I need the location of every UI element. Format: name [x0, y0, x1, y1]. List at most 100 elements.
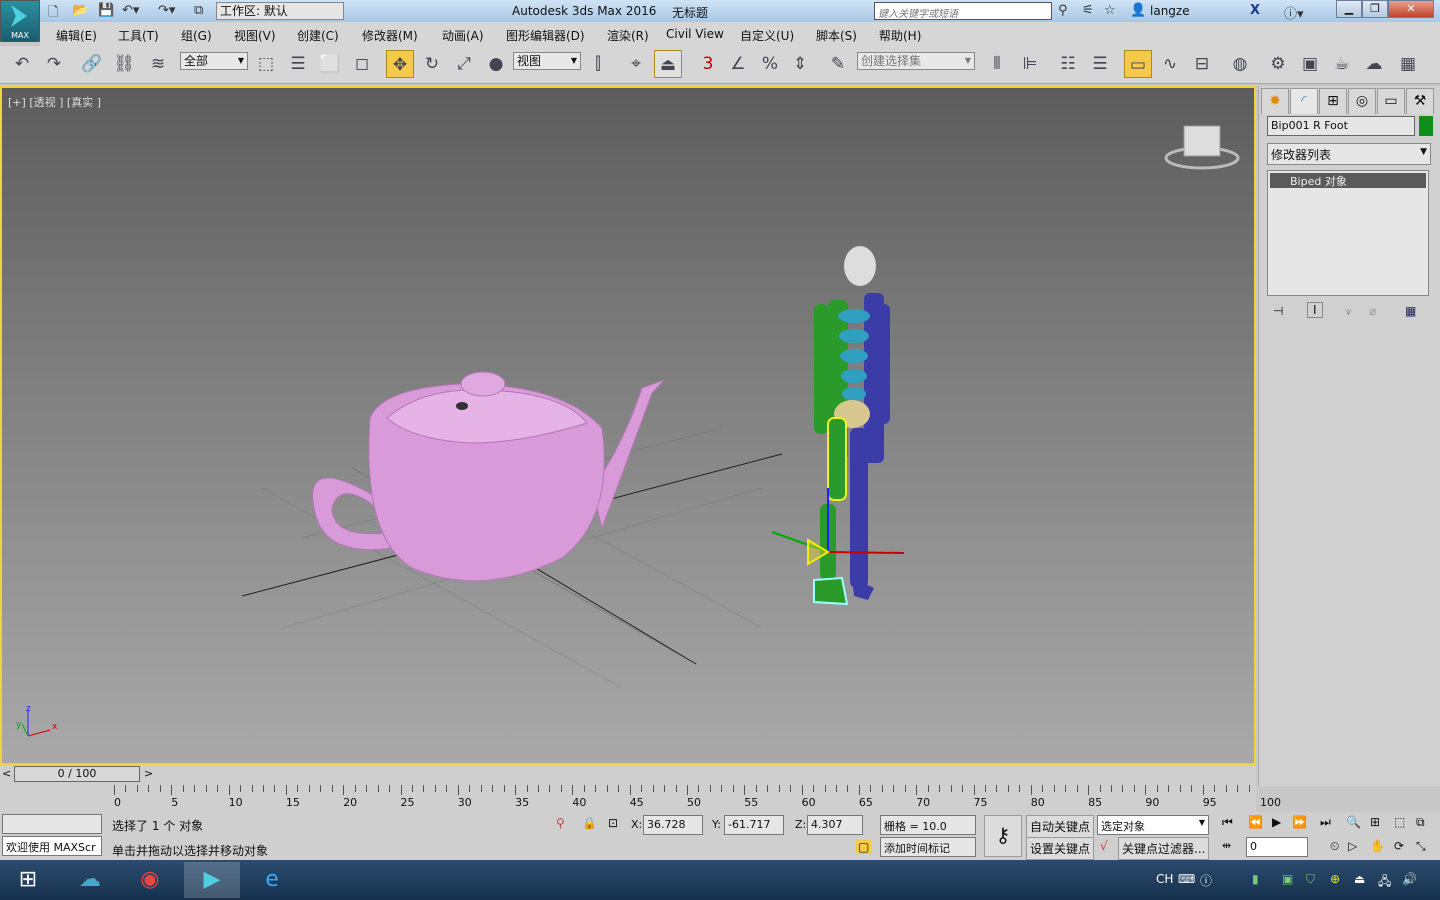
menu-tools[interactable]: 工具(T) — [118, 27, 159, 44]
maxscript-mini-listener[interactable]: 欢迎使用 MAXScr — [2, 836, 102, 856]
zoom-icon[interactable]: 🔍 — [1346, 815, 1361, 829]
modifier-list-dropdown[interactable]: 修改器列表 ▼ — [1267, 143, 1431, 165]
application-button[interactable]: MAX — [0, 0, 40, 42]
restore-button[interactable]: ❐ — [1362, 0, 1388, 18]
show-end-result-icon[interactable]: I — [1307, 302, 1323, 318]
window-crossing-icon[interactable]: ◻ — [348, 50, 376, 78]
menu-graph-editors[interactable]: 图形编辑器(D) — [506, 27, 585, 44]
link-icon[interactable]: 🔗 — [78, 50, 106, 78]
schematic-view-icon[interactable]: ⊟ — [1188, 50, 1216, 78]
minimize-button[interactable]: ▁ — [1336, 0, 1362, 18]
absolute-mode-icon[interactable]: ⊡ — [608, 816, 618, 830]
time-slider-thumb[interactable]: 0 / 100 — [14, 766, 140, 782]
help-icon[interactable]: ⓘ▾ — [1284, 3, 1304, 22]
select-and-place-icon[interactable]: ● — [482, 50, 510, 78]
y-coordinate-field[interactable]: -61.717 — [724, 815, 784, 835]
x-coordinate-field[interactable]: 36.728 — [643, 815, 703, 835]
reference-coordinate-dropdown[interactable]: 视图 — [513, 52, 581, 70]
undo-icon[interactable]: ↶▾ — [122, 3, 139, 18]
menu-edit[interactable]: 编辑(E) — [56, 27, 97, 44]
render-in-cloud-icon[interactable]: ☁ — [1360, 50, 1388, 78]
go-to-end-icon[interactable]: ⏭ — [1320, 815, 1331, 830]
configure-modifier-sets-icon[interactable]: ▦ — [1405, 304, 1416, 318]
start-button-icon[interactable]: ⊞ — [0, 862, 56, 898]
time-configuration-icon[interactable]: ⏲ — [1330, 839, 1339, 854]
manipulate-icon[interactable]: ⌖ — [622, 50, 650, 78]
undo-icon[interactable]: ↶ — [8, 50, 36, 78]
align-icon[interactable]: ⊫ — [1016, 50, 1044, 78]
menu-modifiers[interactable]: 修改器(M) — [362, 27, 418, 44]
a360-gallery-icon[interactable]: ▦ — [1394, 50, 1422, 78]
volume-icon[interactable]: 🔊 — [1402, 872, 1417, 886]
keyboard-icon[interactable]: ⌨ — [1178, 872, 1195, 886]
safely-remove-icon[interactable]: ⏏ — [1354, 872, 1365, 886]
snaps-toggle-icon[interactable]: 3 — [694, 50, 722, 78]
select-object-icon[interactable]: ⬚ — [252, 50, 280, 78]
modifier-stack[interactable]: Biped 对象 — [1267, 170, 1429, 296]
field-of-view-icon[interactable]: ▷ — [1348, 839, 1357, 853]
motion-tab-icon[interactable]: ◎ — [1348, 88, 1376, 114]
render-setup-icon[interactable]: ⚙ — [1264, 50, 1292, 78]
menu-views[interactable]: 视图(V) — [234, 27, 276, 44]
close-button[interactable]: ✕ — [1388, 0, 1434, 18]
chrome-icon[interactable]: ◉ — [122, 862, 178, 898]
stack-item-biped[interactable]: Biped 对象 — [1270, 173, 1426, 188]
menu-civil-view[interactable]: Civil View — [666, 27, 724, 41]
set-key-icon[interactable]: ⚷ — [984, 815, 1022, 857]
next-frame-icon[interactable]: ⏩ — [1292, 815, 1307, 829]
scene-explorer-icon[interactable]: ☷ — [1054, 50, 1082, 78]
select-and-rotate-icon[interactable]: ↻ — [418, 50, 446, 78]
view-cube[interactable] — [1164, 125, 1240, 170]
ribbon-toggle-icon[interactable]: ▭ — [1124, 50, 1152, 78]
maximize-viewport-icon[interactable]: ⤡ — [1416, 839, 1426, 854]
binoculars-icon[interactable]: ⚲ — [1058, 3, 1068, 18]
object-name-field[interactable]: Bip001 R Foot — [1267, 116, 1415, 136]
satellite-icon[interactable]: ⚟ — [1082, 3, 1094, 18]
select-by-name-icon[interactable]: ☰ — [284, 50, 312, 78]
default-tangent-icon[interactable]: √ — [1100, 839, 1108, 853]
render-production-icon[interactable]: ☕ — [1328, 50, 1356, 78]
redo-icon[interactable]: ↷▾ — [158, 3, 175, 18]
rendered-frame-window-icon[interactable]: ▣ — [1296, 50, 1324, 78]
maxscript-listener-top[interactable] — [2, 814, 102, 834]
workspace-dropdown[interactable]: 工作区: 默认 — [216, 2, 344, 20]
selection-filter-dropdown[interactable]: 全部 — [180, 52, 248, 70]
search-input[interactable]: 键入关键字或短语 — [874, 2, 1052, 20]
key-mode-dropdown[interactable]: 选定对象 ▼ — [1097, 815, 1209, 835]
play-icon[interactable]: ▶ — [1272, 815, 1281, 829]
time-prev-button[interactable]: < — [2, 767, 11, 780]
utilities-tab-icon[interactable]: ⚒ — [1406, 88, 1434, 114]
menu-scripting[interactable]: 脚本(S) — [816, 27, 857, 44]
help-tray-icon[interactable]: ⓘ — [1200, 872, 1212, 889]
modify-tab-icon[interactable]: ◜ — [1290, 88, 1318, 114]
auto-key-button[interactable]: 自动关键点 — [1026, 815, 1095, 838]
menu-create[interactable]: 创建(C) — [297, 27, 339, 44]
select-and-move-icon[interactable]: ✥ — [386, 50, 414, 78]
set-key-button[interactable]: 设置关键点 — [1026, 837, 1095, 860]
keyboard-shortcut-override-icon[interactable]: ⏏ — [654, 50, 682, 78]
select-and-scale-icon[interactable]: ⤢ — [450, 50, 478, 78]
usb-icon[interactable]: ▮ — [1252, 872, 1259, 886]
zoom-extents-icon[interactable]: ⬚ — [1394, 815, 1405, 829]
bind-space-warp-icon[interactable]: ≋ — [144, 50, 172, 78]
menu-customize[interactable]: 自定义(U) — [740, 27, 794, 44]
current-frame-field[interactable]: 0 — [1246, 837, 1308, 857]
remove-modifier-icon[interactable]: ⌀ — [1369, 304, 1376, 318]
zoom-extents-all-icon[interactable]: ⧉ — [1416, 815, 1425, 830]
make-unique-icon[interactable]: ⩛ — [1345, 304, 1352, 319]
project-folder-icon[interactable]: ⧉ — [194, 3, 203, 18]
baidu-cloud-icon[interactable]: ☁ — [62, 862, 118, 898]
layer-manager-icon[interactable]: ☰ — [1086, 50, 1114, 78]
previous-frame-icon[interactable]: ⏪ — [1248, 815, 1263, 829]
material-editor-icon[interactable]: ◍ — [1226, 50, 1254, 78]
exchange-x-icon[interactable]: X — [1250, 3, 1260, 18]
isolate-selection-icon[interactable]: ⚲ — [556, 816, 565, 830]
save-icon[interactable]: 💾 — [98, 3, 114, 18]
unlink-icon[interactable]: ⛓ — [110, 50, 138, 78]
go-to-start-icon[interactable]: ⏮ — [1222, 815, 1233, 830]
mirror-icon[interactable]: ⫴ — [983, 50, 1011, 78]
spinner-snap-icon[interactable]: ⇕ — [786, 50, 814, 78]
pivot-center-icon[interactable]: ⫿ — [584, 50, 612, 78]
internet-explorer-icon[interactable]: e — [244, 862, 300, 898]
display-tab-icon[interactable]: ▭ — [1377, 88, 1405, 114]
